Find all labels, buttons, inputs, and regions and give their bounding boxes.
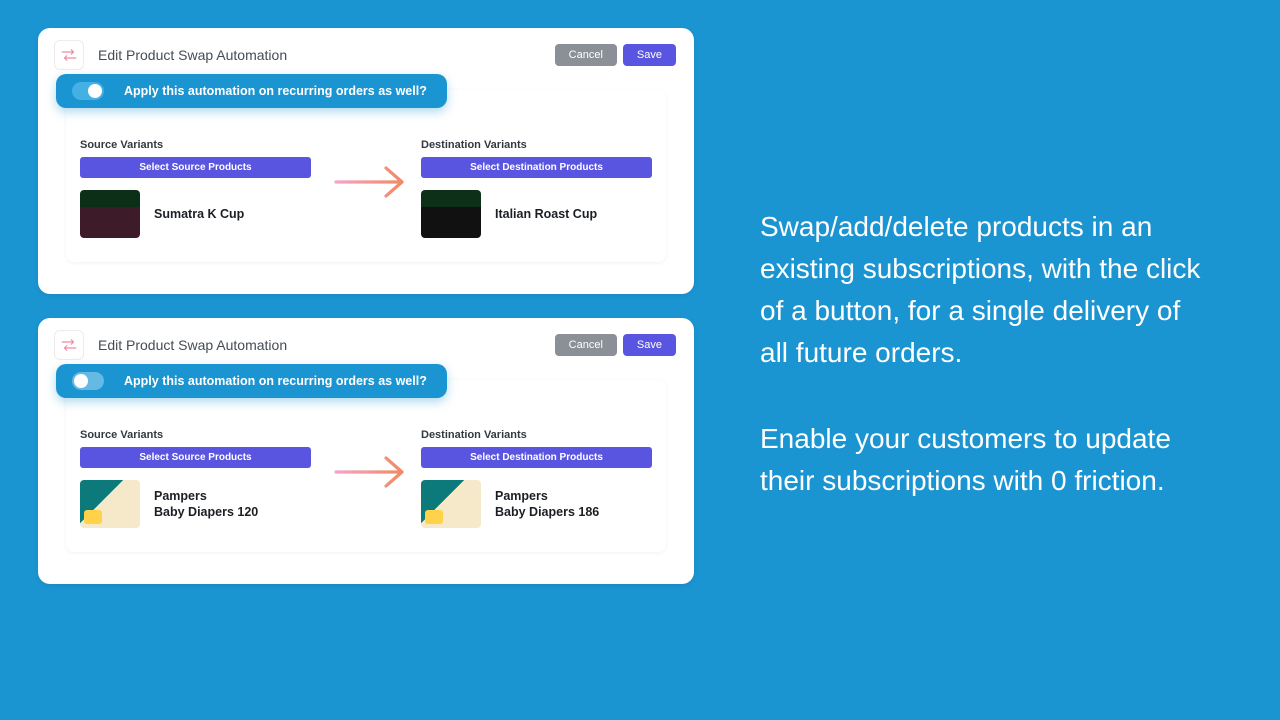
select-source-button[interactable]: Select Source Products [80, 447, 311, 468]
source-label: Source Variants [80, 429, 311, 441]
recurring-toggle[interactable] [72, 82, 104, 100]
product-name: Sumatra K Cup [154, 206, 244, 222]
select-destination-button[interactable]: Select Destination Products [421, 157, 652, 178]
cancel-button[interactable]: Cancel [555, 44, 617, 66]
swap-card: Edit Product Swap Automation Cancel Save… [38, 318, 694, 584]
recurring-toggle[interactable] [72, 372, 104, 390]
marketing-paragraph: Enable your customers to update their su… [760, 418, 1212, 502]
product-image [421, 480, 481, 528]
recurring-toggle-label: Apply this automation on recurring order… [124, 84, 427, 98]
swap-card: Edit Product Swap Automation Cancel Save… [38, 28, 694, 294]
source-product: Pampers Baby Diapers 120 [80, 480, 311, 528]
card-title: Edit Product Swap Automation [98, 47, 549, 63]
product-image [421, 190, 481, 238]
card-body: Apply this automation on recurring order… [66, 90, 666, 262]
swap-icon [54, 330, 84, 360]
destination-product: Italian Roast Cup [421, 190, 652, 238]
product-image [80, 480, 140, 528]
arrow-icon [332, 449, 418, 495]
source-product: Sumatra K Cup [80, 190, 311, 238]
destination-column: Destination Variants Select Destination … [421, 139, 652, 238]
product-image [80, 190, 140, 238]
cancel-button[interactable]: Cancel [555, 334, 617, 356]
select-destination-button[interactable]: Select Destination Products [421, 447, 652, 468]
destination-product: Pampers Baby Diapers 186 [421, 480, 652, 528]
select-source-button[interactable]: Select Source Products [80, 157, 311, 178]
destination-column: Destination Variants Select Destination … [421, 429, 652, 528]
product-name: Pampers Baby Diapers 120 [154, 488, 258, 521]
marketing-copy: Swap/add/delete products in an existing … [760, 206, 1212, 546]
save-button[interactable]: Save [623, 44, 676, 66]
recurring-toggle-label: Apply this automation on recurring order… [124, 374, 427, 388]
destination-label: Destination Variants [421, 429, 652, 441]
product-name: Pampers Baby Diapers 186 [495, 488, 599, 521]
marketing-paragraph: Swap/add/delete products in an existing … [760, 206, 1212, 374]
source-column: Source Variants Select Source Products P… [80, 429, 311, 528]
arrow-icon [332, 159, 418, 205]
card-body: Apply this automation on recurring order… [66, 380, 666, 552]
product-name: Italian Roast Cup [495, 206, 597, 222]
recurring-toggle-pill: Apply this automation on recurring order… [56, 364, 447, 398]
variants-row: Source Variants Select Source Products P… [76, 429, 656, 528]
variants-row: Source Variants Select Source Products S… [76, 139, 656, 238]
recurring-toggle-pill: Apply this automation on recurring order… [56, 74, 447, 108]
source-label: Source Variants [80, 139, 311, 151]
source-column: Source Variants Select Source Products S… [80, 139, 311, 238]
card-title: Edit Product Swap Automation [98, 337, 549, 353]
cards-column: Edit Product Swap Automation Cancel Save… [38, 28, 694, 608]
save-button[interactable]: Save [623, 334, 676, 356]
destination-label: Destination Variants [421, 139, 652, 151]
swap-icon [54, 40, 84, 70]
